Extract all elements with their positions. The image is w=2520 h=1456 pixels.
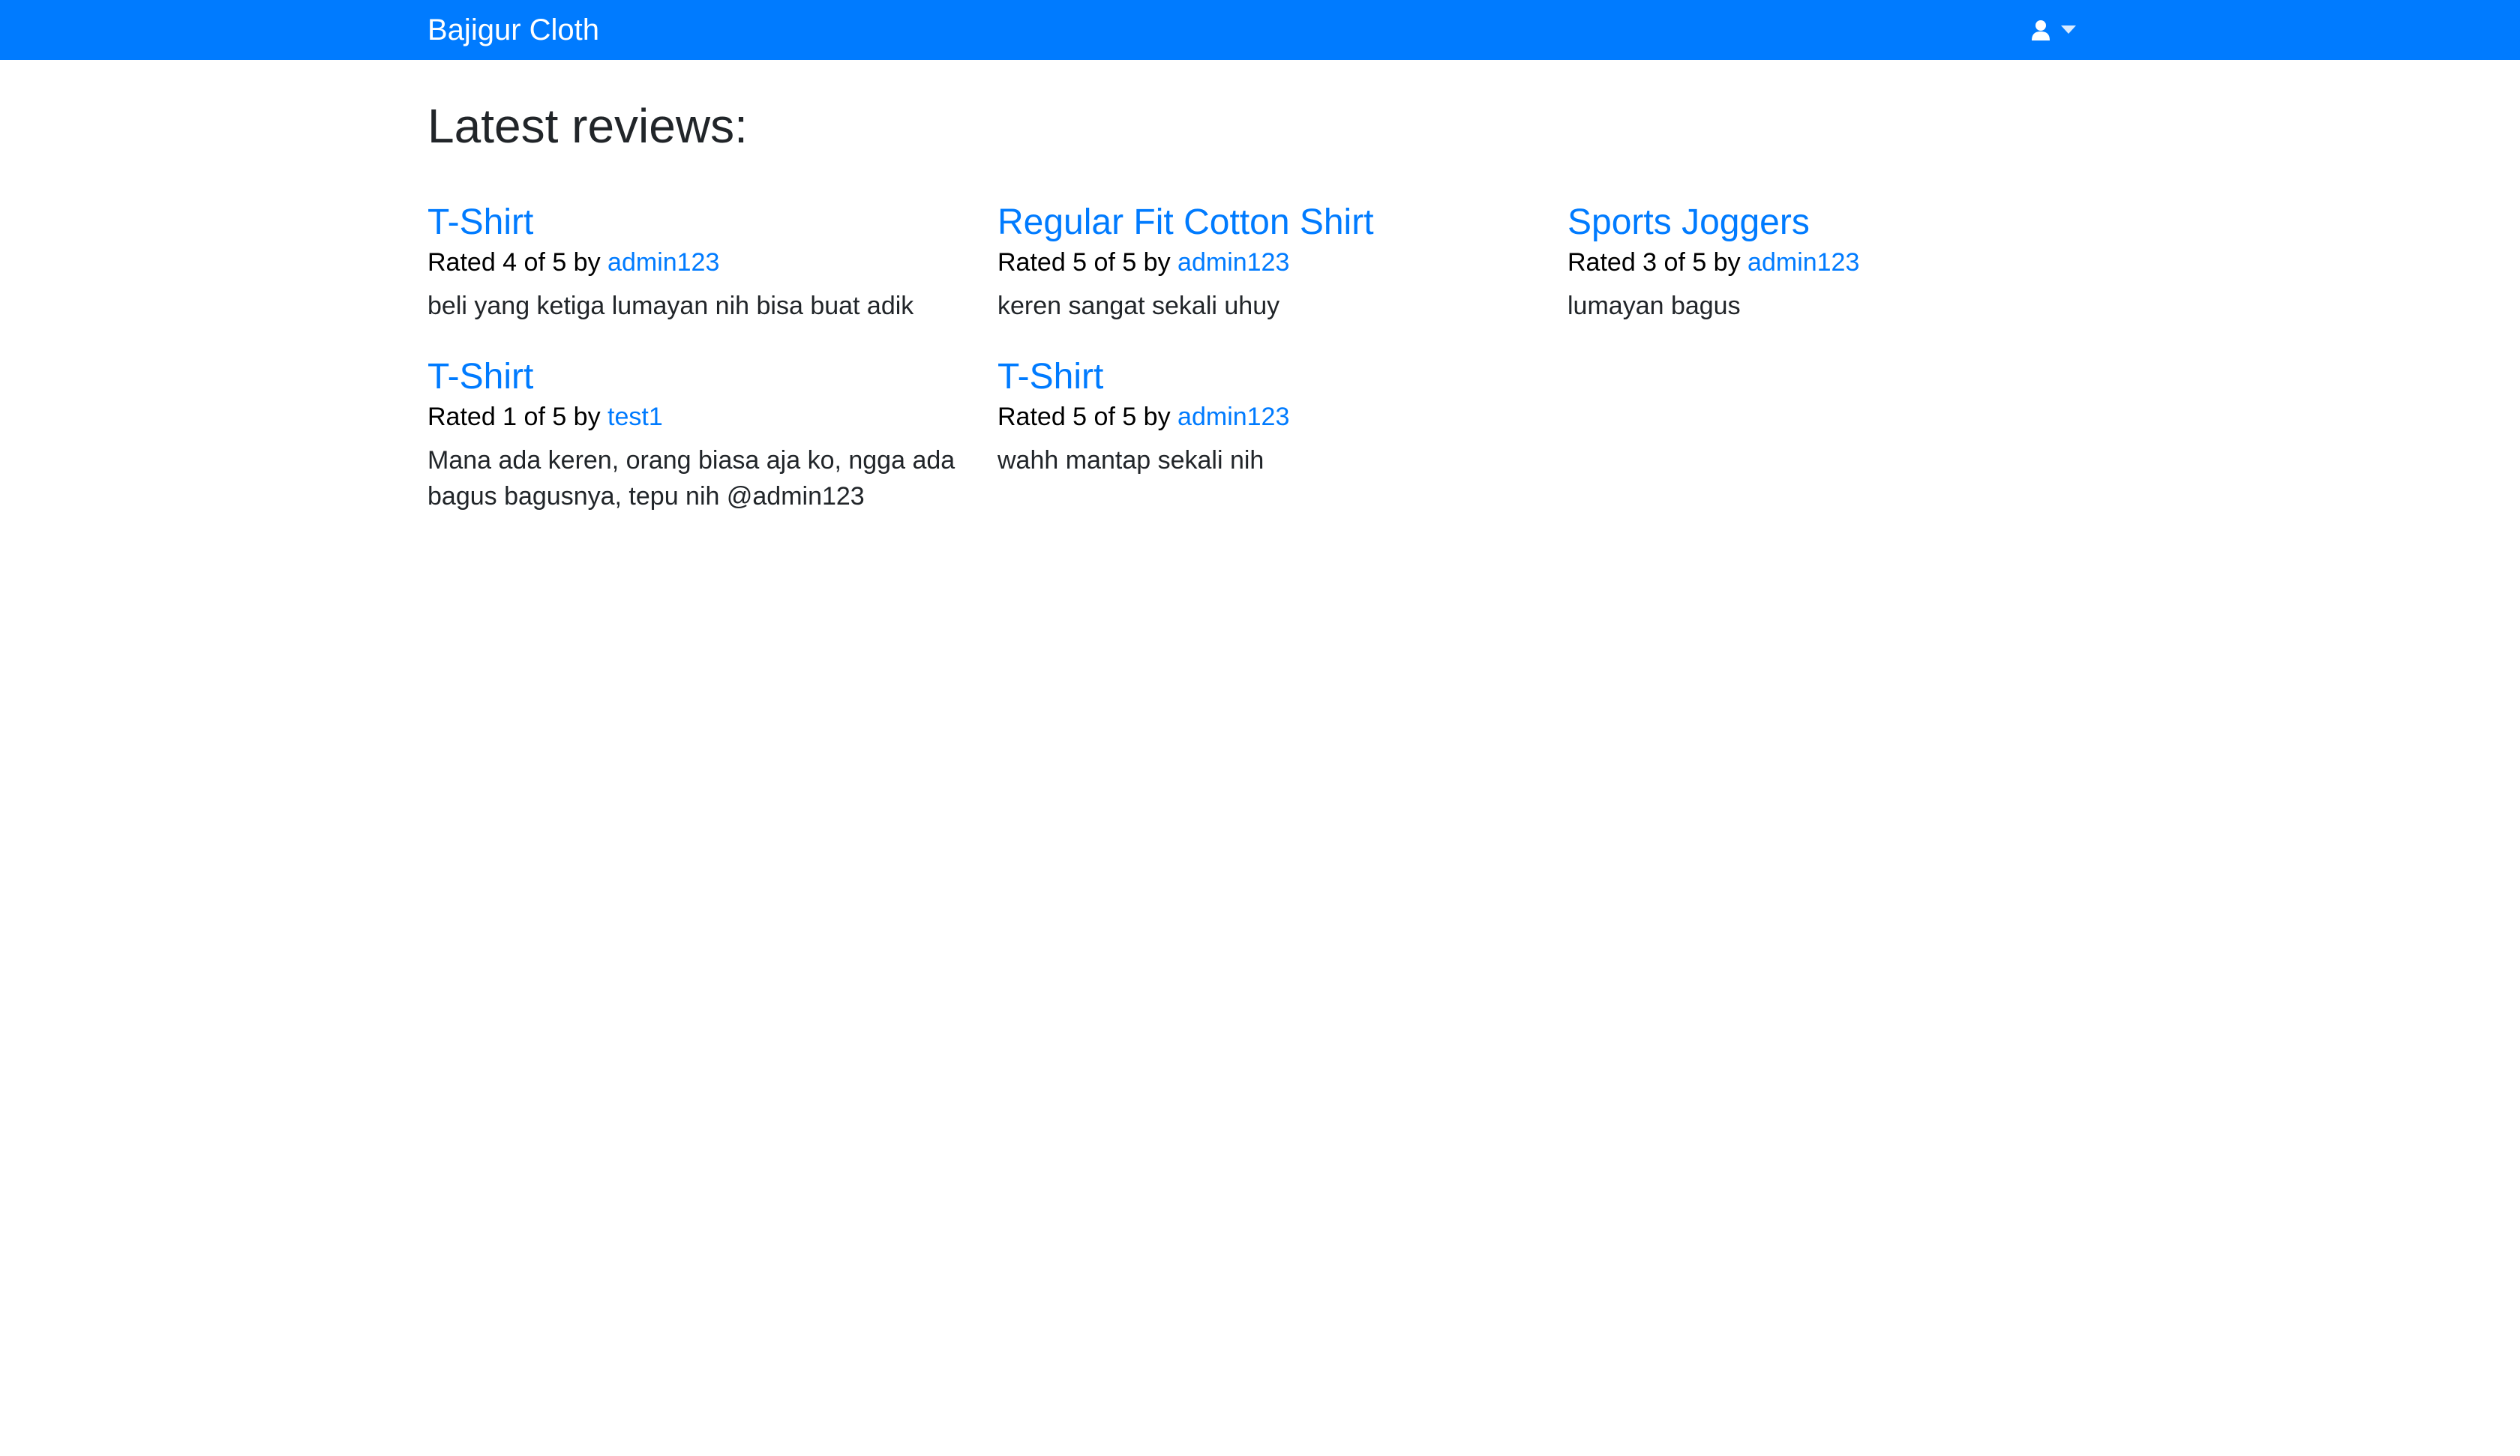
- navbar: Bajigur Cloth: [0, 0, 2520, 60]
- review-card: T-Shirt Rated 4 of 5 by admin123 beli ya…: [428, 201, 968, 324]
- page-title: Latest reviews:: [428, 99, 748, 153]
- review-text: lumayan bagus: [1568, 292, 1741, 320]
- review-rating: Rated 3 of 5 by admin123: [1568, 246, 2108, 279]
- review-text: keren sangat sekali uhuy: [998, 292, 1280, 320]
- review-card: T-Shirt Rated 5 of 5 by admin123 wahh ma…: [998, 355, 1538, 478]
- author-link[interactable]: admin123: [608, 248, 719, 277]
- rating-text: Rated 1 of 5 by: [428, 403, 608, 431]
- product-link[interactable]: Regular Fit Cotton Shirt: [998, 201, 1538, 244]
- review-rating: Rated 4 of 5 by admin123: [428, 246, 968, 279]
- review-text: wahh mantap sekali nih: [998, 446, 1264, 475]
- author-link[interactable]: admin123: [1748, 248, 1859, 277]
- author-link[interactable]: admin123: [1178, 403, 1289, 431]
- brand-link[interactable]: Bajigur Cloth: [428, 12, 599, 48]
- review-rating: Rated 5 of 5 by admin123: [998, 246, 1538, 279]
- product-link[interactable]: T-Shirt: [428, 355, 968, 399]
- user-icon: [2031, 19, 2050, 40]
- rating-text: Rated 4 of 5 by: [428, 248, 608, 277]
- review-card: Sports Joggers Rated 3 of 5 by admin123 …: [1568, 201, 2108, 324]
- rating-text: Rated 5 of 5 by: [998, 248, 1178, 277]
- product-link[interactable]: Sports Joggers: [1568, 201, 2108, 244]
- product-link[interactable]: T-Shirt: [998, 355, 1538, 399]
- review-card: T-Shirt Rated 1 of 5 by test1 Mana ada k…: [428, 355, 968, 514]
- review-text: Mana ada keren, orang biasa aja ko, ngga…: [428, 446, 956, 511]
- author-link[interactable]: test1: [608, 403, 663, 431]
- review-text: beli yang ketiga lumayan nih bisa buat a…: [428, 292, 914, 320]
- review-rating: Rated 1 of 5 by test1: [428, 400, 968, 433]
- caret-down-icon: [2061, 25, 2076, 34]
- user-menu-dropdown[interactable]: [2031, 15, 2084, 45]
- review-card: Regular Fit Cotton Shirt Rated 5 of 5 by…: [998, 201, 1538, 324]
- product-link[interactable]: T-Shirt: [428, 201, 968, 244]
- author-link[interactable]: admin123: [1178, 248, 1289, 277]
- rating-text: Rated 3 of 5 by: [1568, 248, 1748, 277]
- rating-text: Rated 5 of 5 by: [998, 403, 1178, 431]
- review-rating: Rated 5 of 5 by admin123: [998, 400, 1538, 433]
